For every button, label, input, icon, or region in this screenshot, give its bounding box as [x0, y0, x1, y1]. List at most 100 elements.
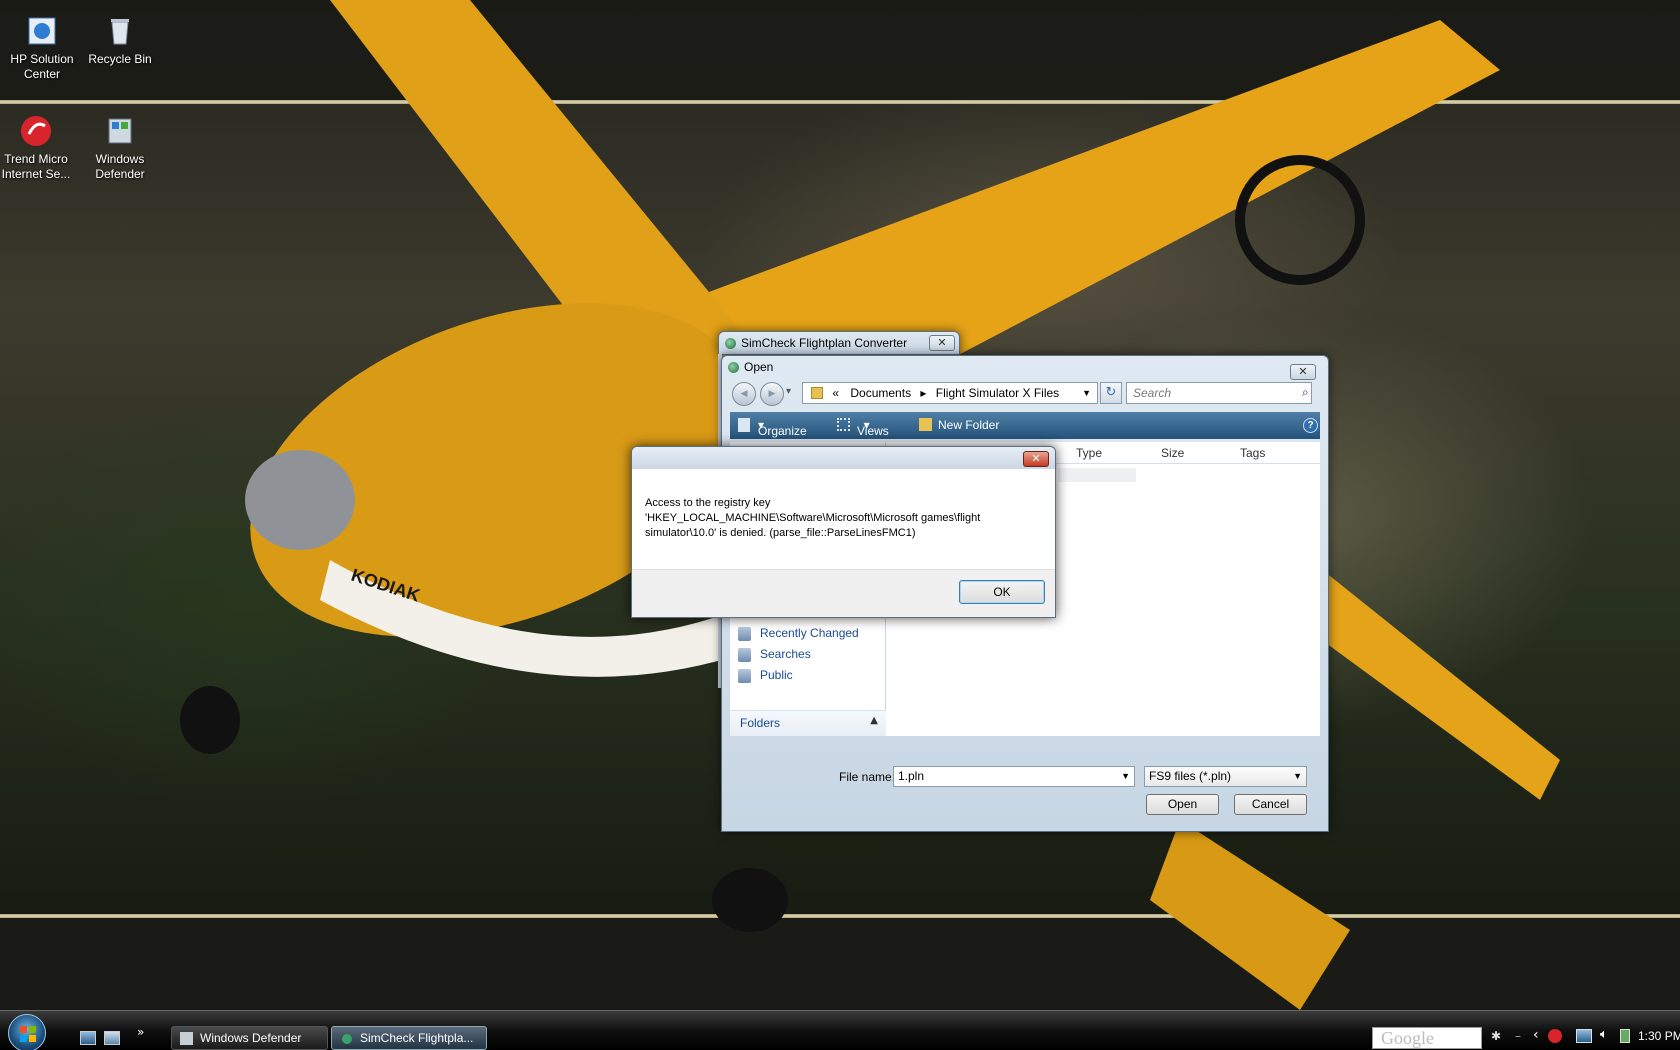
back-button[interactable]: ◀ [732, 382, 756, 406]
plane-spinner [245, 450, 355, 550]
organize-label: Organize [758, 424, 807, 438]
desktop-icon-trend-micro[interactable]: Trend Micro Internet Se... [0, 114, 78, 182]
refresh-icon[interactable]: ↻ [1100, 382, 1122, 404]
open-dialog-icon [728, 362, 739, 373]
taskbar-item-simcheck[interactable]: SimCheck Flightpla... [331, 1026, 487, 1050]
public-icon [738, 669, 751, 683]
organize-icon [738, 418, 750, 432]
tray-dash-icon: – [1515, 1029, 1521, 1043]
file-type-dropdown-icon: ▼ [1293, 771, 1302, 781]
simcheck-app-icon [342, 1034, 352, 1044]
tray-volume-icon[interactable]: 🔈︎ [1600, 1027, 1608, 1042]
plane-wheel-main [712, 868, 788, 932]
windows-defender-icon [108, 118, 132, 144]
open-dialog-close-button[interactable]: ✕ [1290, 364, 1316, 380]
views-label: Views [857, 424, 889, 438]
plane-logo [1235, 155, 1365, 285]
file-type-value: FS9 files (*.pln) [1149, 769, 1232, 783]
file-name-label: File name: [839, 770, 896, 784]
error-close-button[interactable]: ✕ [1023, 451, 1049, 467]
tray-power-icon[interactable] [1620, 1029, 1630, 1043]
taskbar-item-windows-defender[interactable]: Windows Defender [171, 1026, 328, 1050]
command-toolbar: Organize ▾ Views ▾ New Folder ? [730, 412, 1320, 439]
clock[interactable]: 1:30 PM [1638, 1029, 1680, 1043]
views-icon [837, 418, 850, 431]
error-message-line: Access to the registry key [645, 497, 771, 509]
simcheck-app-icon [725, 338, 736, 349]
desktop-icon-windows-defender[interactable]: Windows Defender [78, 114, 162, 182]
folders-toggle[interactable]: Folders ▲ [730, 710, 886, 736]
address-bar[interactable]: « Documents ▸ Flight Simulator X Files ▼ [802, 382, 1098, 404]
file-name-input[interactable]: 1.pln ▼ [893, 766, 1135, 787]
taskbar: » Windows Defender SimCheck Flightpla...… [0, 1010, 1680, 1050]
search-icon[interactable]: ⌕ [1302, 385, 1309, 400]
desktop-icon-label: HP Solution [10, 52, 74, 66]
nav-public[interactable]: Public [760, 668, 793, 682]
file-name-value: 1.pln [898, 769, 925, 783]
recently-changed-icon [738, 627, 751, 641]
recycle-bin-icon [111, 19, 129, 45]
tray-expand-icon[interactable]: ‹ [1533, 1027, 1539, 1043]
desktop-icon-label: Defender [95, 167, 145, 181]
error-message-line: simulator\10.0' is denied. (parse_file::… [645, 527, 916, 539]
error-message-line: 'HKEY_LOCAL_MACHINE\Software\Microsoft\M… [645, 512, 981, 524]
app-window-title: SimCheck Flightplan Converter [741, 336, 908, 350]
app-window[interactable]: SimCheck Flightplan Converter ✕ [718, 331, 960, 355]
forward-button[interactable]: ▶ [760, 382, 784, 406]
desktop-icon-label: Internet Se... [1, 167, 71, 181]
chevron-up-icon: ▲ [870, 715, 878, 726]
taskbar-item-label: Windows Defender [200, 1031, 302, 1045]
taskbar-item-label: SimCheck Flightpla... [360, 1031, 474, 1045]
show-desktop-icon[interactable] [80, 1031, 96, 1045]
tray-trend-micro-icon[interactable] [1548, 1029, 1562, 1043]
windows-defender-icon [180, 1032, 193, 1045]
desktop-icon-label: Trend Micro [4, 152, 68, 166]
nav-recently-changed[interactable]: Recently Changed [760, 626, 859, 640]
desktop-icon-recycle-bin[interactable]: Recycle Bin [78, 14, 162, 67]
plane-wheel-front [180, 686, 240, 754]
error-dialog[interactable]: ✕ Access to the registry key 'HKEY_LOCAL… [631, 446, 1056, 618]
recent-pages-dropdown[interactable]: ▾ [786, 386, 791, 397]
file-row-placeholder[interactable] [1058, 468, 1136, 482]
desktop-icon-hp-solution-center[interactable]: HP Solution Center [0, 14, 84, 82]
quick-launch-more[interactable]: » [137, 1025, 144, 1039]
error-dialog-titlebar [632, 447, 1055, 469]
folder-icon [811, 387, 823, 399]
open-button[interactable]: Open [1146, 794, 1219, 815]
app-close-button[interactable]: ✕ [929, 335, 955, 351]
file-type-select[interactable]: FS9 files (*.pln) ▼ [1144, 766, 1307, 787]
breadcrumb-separator[interactable]: ▸ [920, 386, 926, 400]
address-dropdown-icon[interactable]: ▼ [1082, 383, 1091, 403]
desktop-icon-label: Windows [95, 152, 145, 166]
plane-tail [1150, 820, 1350, 1010]
searches-icon [738, 648, 751, 662]
new-folder-icon [919, 418, 932, 431]
start-button[interactable] [8, 1014, 46, 1050]
breadcrumb-flight-simulator-x-files[interactable]: Flight Simulator X Files [936, 386, 1059, 400]
windows-logo-icon [20, 1026, 36, 1042]
tray-network-icon[interactable] [1576, 1029, 1592, 1043]
google-search-text: Google [1381, 1028, 1434, 1048]
column-size[interactable]: Size [1161, 446, 1184, 460]
switch-windows-icon[interactable] [104, 1031, 120, 1045]
tray-bug-icon[interactable]: ✱ [1491, 1029, 1507, 1045]
new-folder-button[interactable]: New Folder [938, 418, 999, 432]
nav-searches[interactable]: Searches [760, 647, 811, 661]
desktop-icon-label: Recycle Bin [88, 52, 152, 66]
help-icon[interactable]: ? [1303, 418, 1318, 433]
column-tags[interactable]: Tags [1240, 446, 1265, 460]
error-message: Access to the registry key 'HKEY_LOCAL_M… [645, 496, 980, 541]
organize-menu[interactable]: Organize ▾ [758, 418, 807, 438]
google-search-box[interactable]: Google [1372, 1027, 1482, 1049]
hp-solution-center-icon [28, 17, 56, 45]
breadcrumb-overflow[interactable]: « [832, 386, 839, 400]
open-dialog-title: Open [744, 360, 774, 374]
desktop-icon-label: Center [23, 67, 61, 81]
search-input[interactable]: Search [1126, 382, 1312, 404]
cancel-button[interactable]: Cancel [1234, 794, 1307, 815]
breadcrumb-documents[interactable]: Documents [850, 386, 911, 400]
ok-button[interactable]: OK [959, 580, 1045, 604]
views-menu[interactable]: Views ▾ [857, 418, 889, 438]
file-name-dropdown-icon[interactable]: ▼ [1121, 767, 1130, 786]
column-type[interactable]: Type [1076, 446, 1102, 460]
